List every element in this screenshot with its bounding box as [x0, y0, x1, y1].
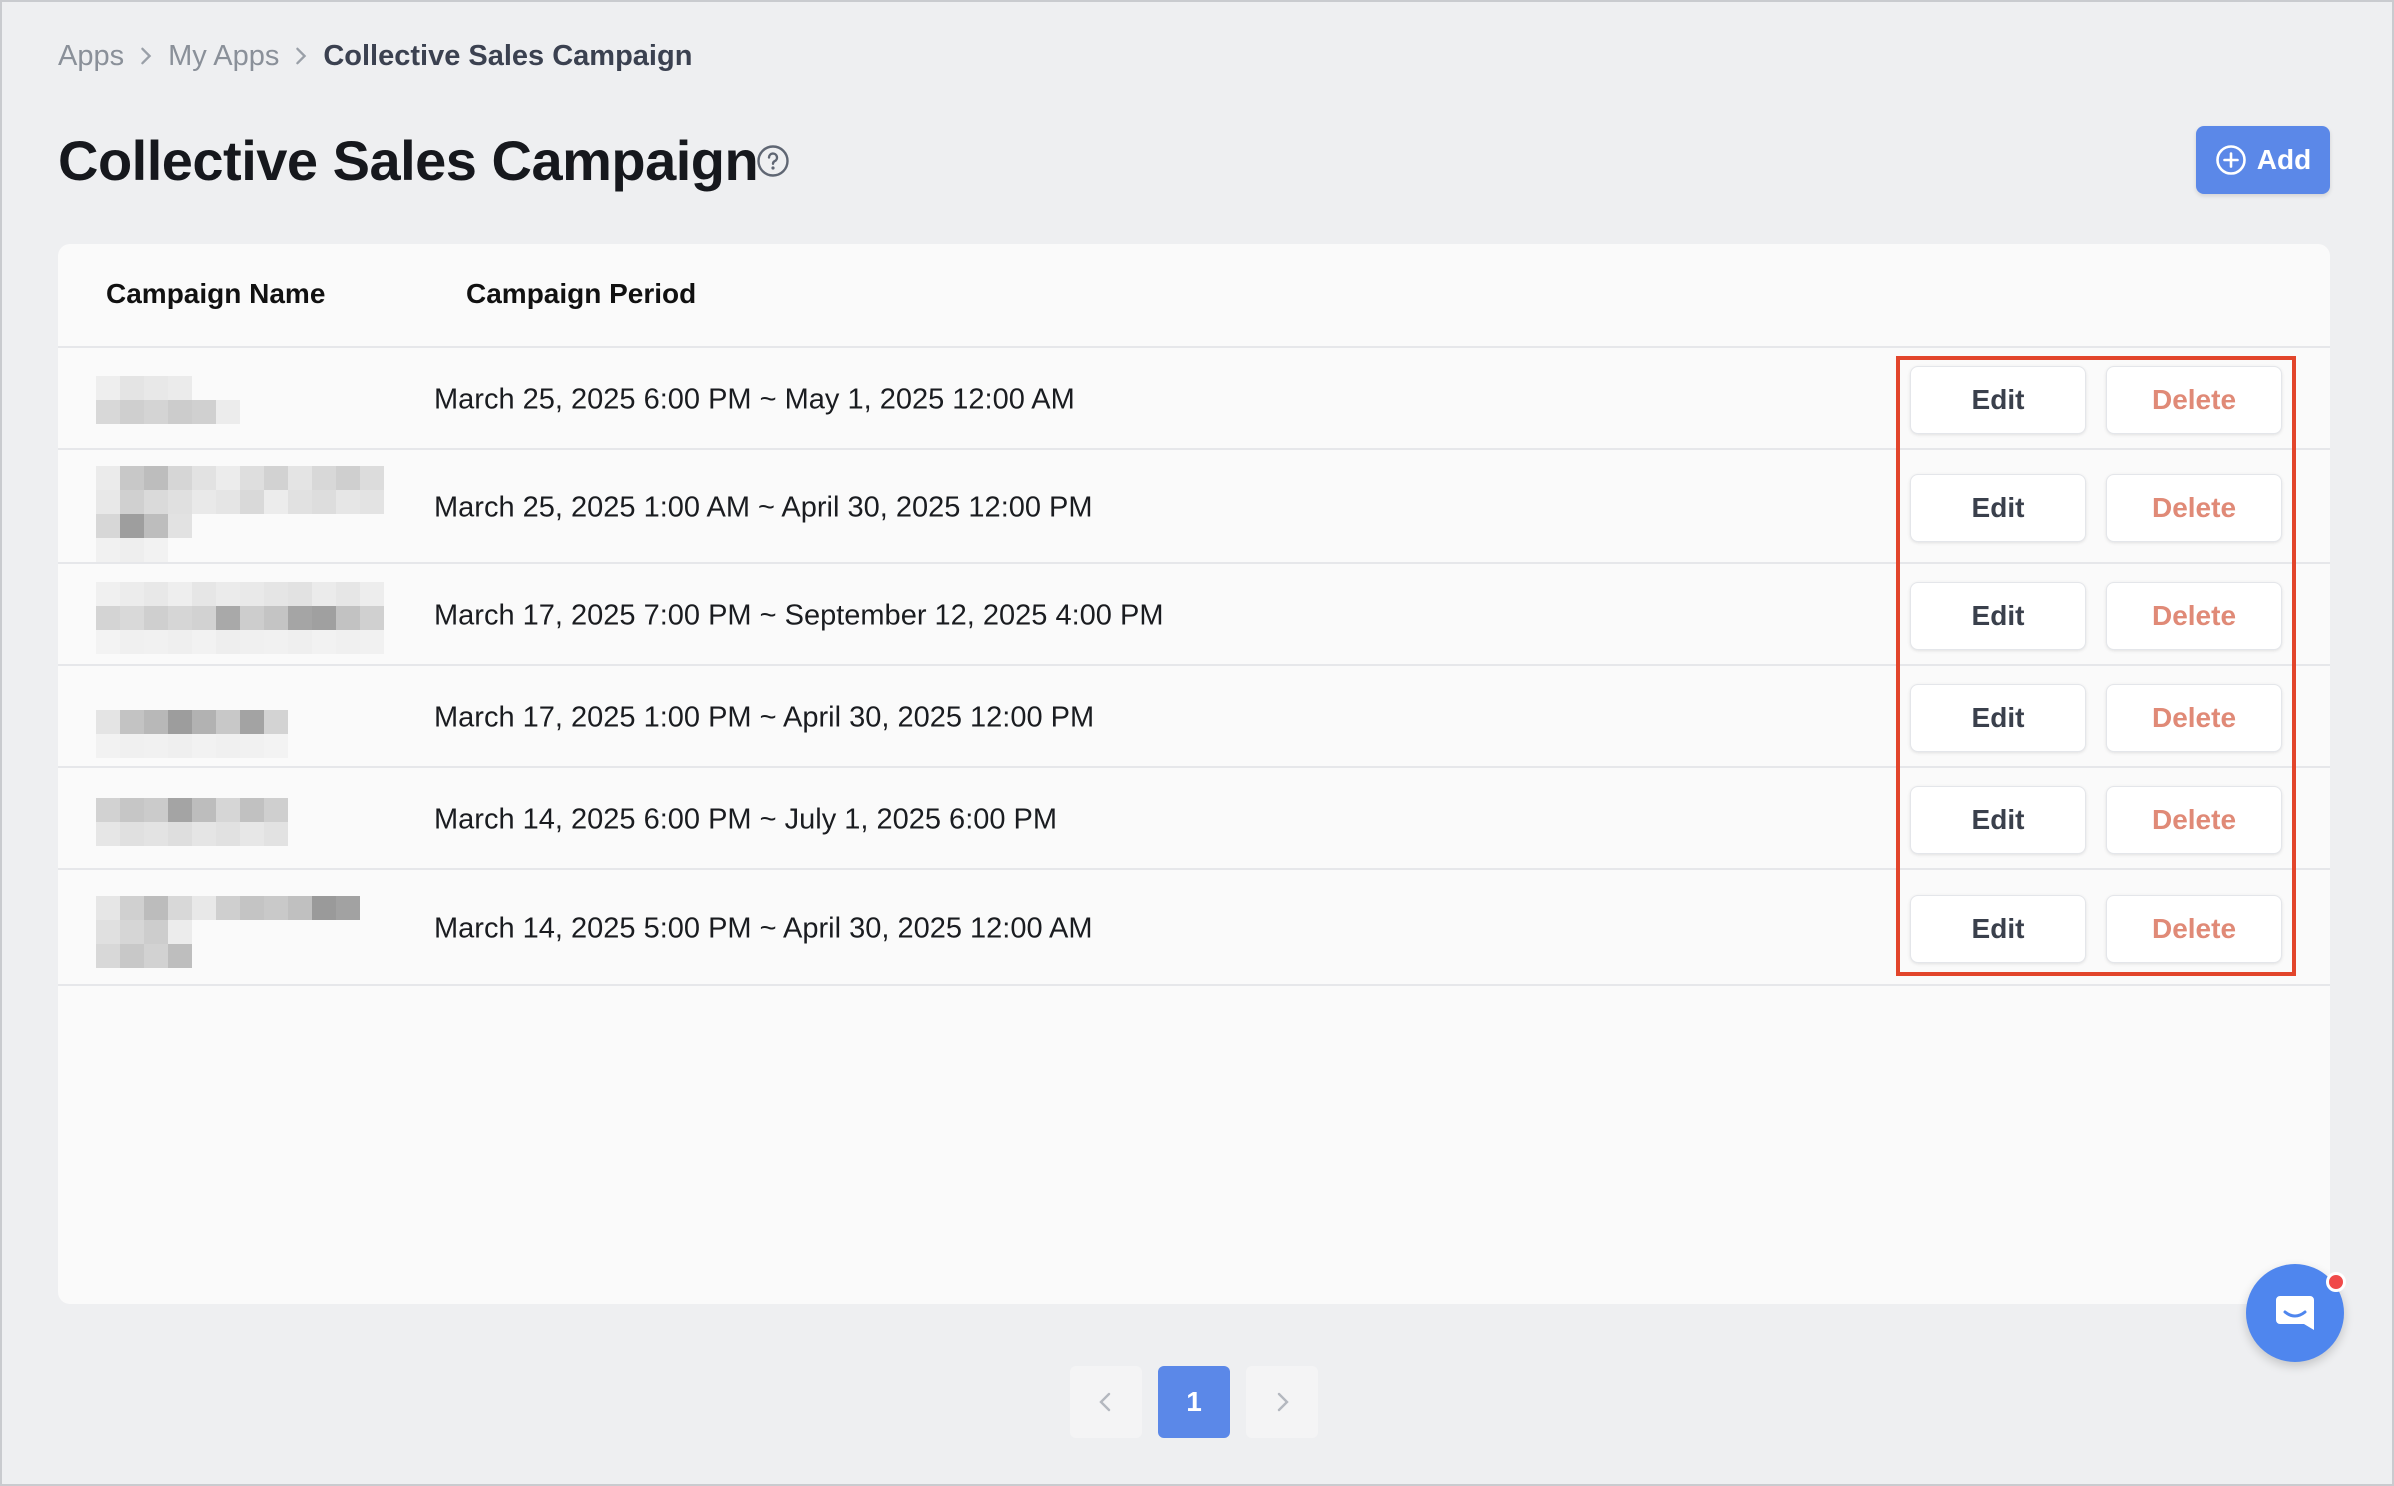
table-row: March 25, 2025 6:00 PM ~ May 1, 2025 12:… — [58, 350, 2330, 450]
delete-button[interactable]: Delete — [2106, 786, 2282, 854]
add-button-label: Add — [2256, 144, 2312, 175]
campaign-period: March 25, 2025 6:00 PM ~ May 1, 2025 12:… — [434, 383, 1075, 416]
table-row: March 17, 2025 7:00 PM ~ September 12, 2… — [58, 566, 2330, 666]
edit-button[interactable]: Edit — [1910, 582, 2086, 650]
delete-button[interactable]: Delete — [2106, 366, 2282, 434]
edit-button[interactable]: Edit — [1910, 895, 2086, 963]
page-button-current[interactable]: 1 — [1158, 1366, 1230, 1438]
campaign-period: March 17, 2025 1:00 PM ~ April 30, 2025 … — [434, 701, 1095, 734]
chat-notification-badge — [2326, 1272, 2346, 1292]
table-row: March 14, 2025 6:00 PM ~ July 1, 2025 6:… — [58, 770, 2330, 870]
delete-button[interactable]: Delete — [2106, 895, 2282, 963]
breadcrumb-my-apps[interactable]: My Apps — [168, 40, 279, 73]
table-row: March 25, 2025 1:00 AM ~ April 30, 2025 … — [58, 452, 2330, 564]
table-row: March 17, 2025 1:00 PM ~ April 30, 2025 … — [58, 668, 2330, 768]
pagination: 1 — [1070, 1366, 1318, 1438]
table-row: March 14, 2025 5:00 PM ~ April 30, 2025 … — [58, 872, 2330, 986]
chevron-right-icon — [1277, 1392, 1289, 1412]
campaign-period: March 14, 2025 5:00 PM ~ April 30, 2025 … — [434, 912, 1093, 945]
chevron-right-icon — [279, 36, 323, 76]
chat-icon — [2276, 1296, 2314, 1330]
campaign-period: March 14, 2025 6:00 PM ~ July 1, 2025 6:… — [434, 803, 1058, 836]
breadcrumb-current: Collective Sales Campaign — [323, 39, 693, 72]
question-circle-icon[interactable] — [756, 144, 790, 178]
edit-button[interactable]: Edit — [1910, 786, 2086, 854]
campaign-period: March 17, 2025 7:00 PM ~ September 12, 2… — [434, 599, 1164, 632]
plus-circle-icon — [2215, 145, 2246, 175]
chevron-right-icon — [124, 36, 168, 76]
breadcrumb-apps[interactable]: Apps — [58, 40, 124, 73]
edit-button[interactable]: Edit — [1910, 684, 2086, 752]
next-page-button[interactable] — [1246, 1366, 1318, 1438]
delete-button[interactable]: Delete — [2106, 474, 2282, 542]
delete-button[interactable]: Delete — [2106, 684, 2282, 752]
breadcrumb: Apps My Apps Collective Sales Campaign — [58, 36, 692, 76]
delete-button[interactable]: Delete — [2106, 582, 2282, 650]
campaign-period: March 25, 2025 1:00 AM ~ April 30, 2025 … — [434, 491, 1093, 524]
edit-button[interactable]: Edit — [1910, 474, 2086, 542]
page-title: Collective Sales Campaign — [58, 129, 759, 192]
column-header-campaign-name: Campaign Name — [106, 278, 326, 309]
edit-button[interactable]: Edit — [1910, 366, 2086, 434]
add-button[interactable]: Add — [2196, 126, 2330, 194]
chevron-left-icon — [1099, 1392, 1111, 1412]
column-header-campaign-period: Campaign Period — [466, 278, 697, 309]
previous-page-button[interactable] — [1070, 1366, 1142, 1438]
table-header: Campaign Name Campaign Period — [58, 244, 2330, 348]
campaign-table: Campaign Name Campaign Period March 25, … — [58, 244, 2330, 1304]
